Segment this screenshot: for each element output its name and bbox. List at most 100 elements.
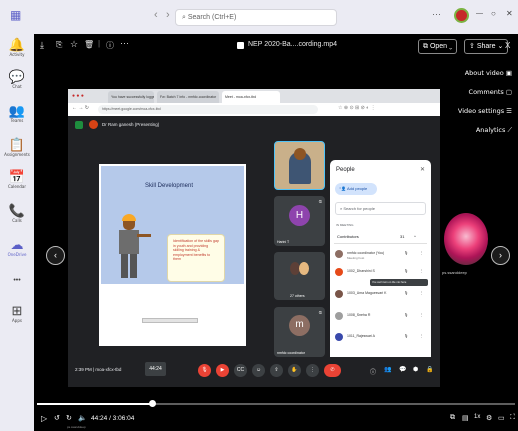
analytics-item[interactable]: Analytics ⟋ [476, 126, 512, 135]
emoji-button[interactable]: ☺ [252, 364, 265, 377]
list-item: nmfdc coordinator (You) Meeting host 🎙 ⋮ [334, 247, 429, 263]
rail-item-assignments[interactable]: 📋 Assignments [0, 138, 34, 158]
add-person-icon: ⁺👤 [339, 186, 347, 191]
more-icon[interactable]: ⋮ [420, 251, 424, 255]
speed-icon[interactable]: 1x [474, 414, 480, 420]
fullscreen-icon[interactable]: ⛶ [510, 414, 515, 422]
leave-call-button[interactable]: ✆ [324, 364, 341, 377]
people-search-input[interactable]: ⌕ Search for people [335, 202, 426, 215]
participant-name: 1002_Dharshini S [347, 269, 375, 273]
progress-knob[interactable] [149, 400, 156, 407]
mic-icon[interactable]: 🎙 [404, 334, 408, 338]
activities-icon[interactable]: ⬢ [413, 366, 418, 373]
more-icon[interactable]: ⋮ [420, 291, 424, 295]
next-video-thumbnail[interactable] [444, 213, 488, 265]
participant-avatar [335, 290, 343, 298]
search-input[interactable]: ⌕ Search (Ctrl+E) [175, 9, 337, 26]
rail-item-onedrive[interactable]: ☁ OneDrive [0, 237, 34, 258]
play-icon[interactable]: ▷ [41, 414, 47, 423]
browser-tab: You have successfully logged in [108, 91, 154, 103]
info-icon[interactable]: ⓘ [106, 40, 114, 51]
search-placeholder: Search (Ctrl+E) [187, 14, 237, 21]
add-people-button[interactable]: ⁺👤 Add people [335, 183, 377, 195]
minimize-button[interactable]: — [476, 10, 483, 17]
download-icon[interactable]: ⤓ [40, 40, 44, 51]
camera-off-button[interactable]: ▶ [216, 364, 229, 377]
participant-avatar [335, 250, 343, 258]
rail-item-calendar[interactable]: 📅 Calendar [0, 170, 34, 190]
participant-name: 1008_Sneha R [347, 313, 371, 317]
more-options-icon[interactable]: ··· [432, 9, 441, 19]
next-video-button[interactable]: › [491, 246, 510, 265]
rail-item-calls[interactable]: 📞 Calls [0, 203, 34, 224]
present-button[interactable]: ⇧ [270, 364, 283, 377]
chat-icon: 💬 [8, 69, 26, 84]
profile-avatar[interactable] [454, 8, 469, 23]
contributors-header[interactable]: Contributors 31 ^ [334, 230, 427, 244]
rail-item-activity[interactable]: 🔔 Activity [0, 38, 34, 58]
raise-hand-button[interactable]: ✋ [288, 364, 301, 377]
rail-item-apps[interactable]: ⊞ Apps [0, 304, 34, 324]
close-player-button[interactable]: X [505, 41, 510, 50]
more-icon[interactable]: ⋮ [420, 334, 424, 338]
volume-icon[interactable]: 🔈 [78, 414, 87, 422]
player-toolbar: ⤓ ⎘ ☆ 🗑 | ⓘ ··· NEP 2020-Ba....cording.m… [34, 34, 518, 58]
share-button[interactable]: ⇪ Share ⌄ [464, 39, 509, 54]
previous-video-button[interactable]: ‹ [46, 246, 65, 265]
mic-off-button[interactable]: 🎙 [198, 364, 211, 377]
more-options-button[interactable]: ⋮ [306, 364, 319, 377]
forward-10-icon[interactable]: ↻ [66, 414, 72, 422]
phone-icon: 📞 [8, 203, 26, 218]
back-nav-button[interactable]: ‹ [154, 9, 158, 21]
participant-tile-video [274, 141, 325, 190]
rail-item-teams[interactable]: 👥 Teams [0, 104, 34, 124]
rewind-10-icon[interactable]: ↺ [54, 414, 60, 422]
video-settings-item[interactable]: Video settings ☰ [458, 107, 512, 115]
theater-mode-icon[interactable]: ▭ [498, 414, 505, 422]
mic-icon[interactable]: 🎙 [404, 291, 408, 295]
host-controls-icon[interactable]: 🔒 [426, 366, 433, 373]
participant-avatar [335, 268, 343, 276]
transcript-icon[interactable]: ▤ [462, 414, 469, 422]
cloud-icon: ☁ [10, 237, 24, 252]
progress-fill [37, 403, 152, 405]
info-icon[interactable]: ⓘ [370, 367, 376, 376]
rail-item-more[interactable]: ••• [0, 274, 34, 288]
settings-icon: ☰ [506, 107, 512, 115]
mic-icon[interactable]: 🎙 [404, 251, 408, 255]
forward-nav-button[interactable]: › [166, 9, 170, 21]
participant-tile-others: 27 others [274, 252, 325, 300]
contributor-count: 31 [400, 234, 405, 239]
browser-window-dots: ● ● ● [72, 93, 84, 99]
comments-item[interactable]: Comments ▢ [469, 88, 512, 96]
close-panel-icon[interactable]: ✕ [420, 166, 425, 173]
more-icon[interactable]: ⋮ [420, 313, 424, 317]
browser-tab-active: Meet - moa-xfcx-tbd [222, 91, 280, 103]
more-icon[interactable]: ⋮ [420, 269, 424, 273]
hover-time-tooltip: 44:24 [145, 362, 166, 376]
people-icon[interactable]: 👥 [384, 366, 391, 373]
open-button[interactable]: ⧉ Open ⌄ [418, 39, 458, 54]
delete-icon[interactable]: 🗑 [84, 40, 94, 49]
captions-icon[interactable]: ⧉ [450, 414, 455, 422]
rail-item-chat[interactable]: 💬 Chat [0, 69, 34, 90]
participant-role: Meeting host [347, 256, 365, 260]
close-window-button[interactable]: ✕ [506, 9, 513, 18]
about-video-item[interactable]: About video ▣ [465, 69, 512, 77]
slide-background: Skill Development Identification of the … [101, 166, 244, 284]
captions-button[interactable]: CC [234, 364, 247, 377]
app-rail: 🔔 Activity 💬 Chat 👥 Teams 📋 Assignments … [0, 34, 34, 431]
link-icon[interactable]: ⎘ [56, 40, 62, 50]
mic-icon[interactable]: 🎙 [404, 313, 408, 317]
participant-name: 1011_Rajeswari A [347, 334, 375, 338]
star-icon[interactable]: ☆ [70, 39, 78, 50]
presentation-slide: Skill Development Identification of the … [99, 164, 246, 346]
worker-illustration [115, 214, 151, 280]
teams-title-bar: ▦ ‹ › ⌕ Search (Ctrl+E) ··· — ○ ✕ [0, 0, 518, 34]
more-options-icon[interactable]: ··· [120, 38, 129, 48]
muted-mic-icon: ⦸ [318, 199, 322, 205]
chat-icon[interactable]: 💬 [399, 366, 406, 373]
maximize-button[interactable]: ○ [491, 9, 496, 18]
mic-icon[interactable]: 🎙 [404, 269, 408, 273]
settings-icon[interactable]: ⚙ [486, 414, 492, 422]
